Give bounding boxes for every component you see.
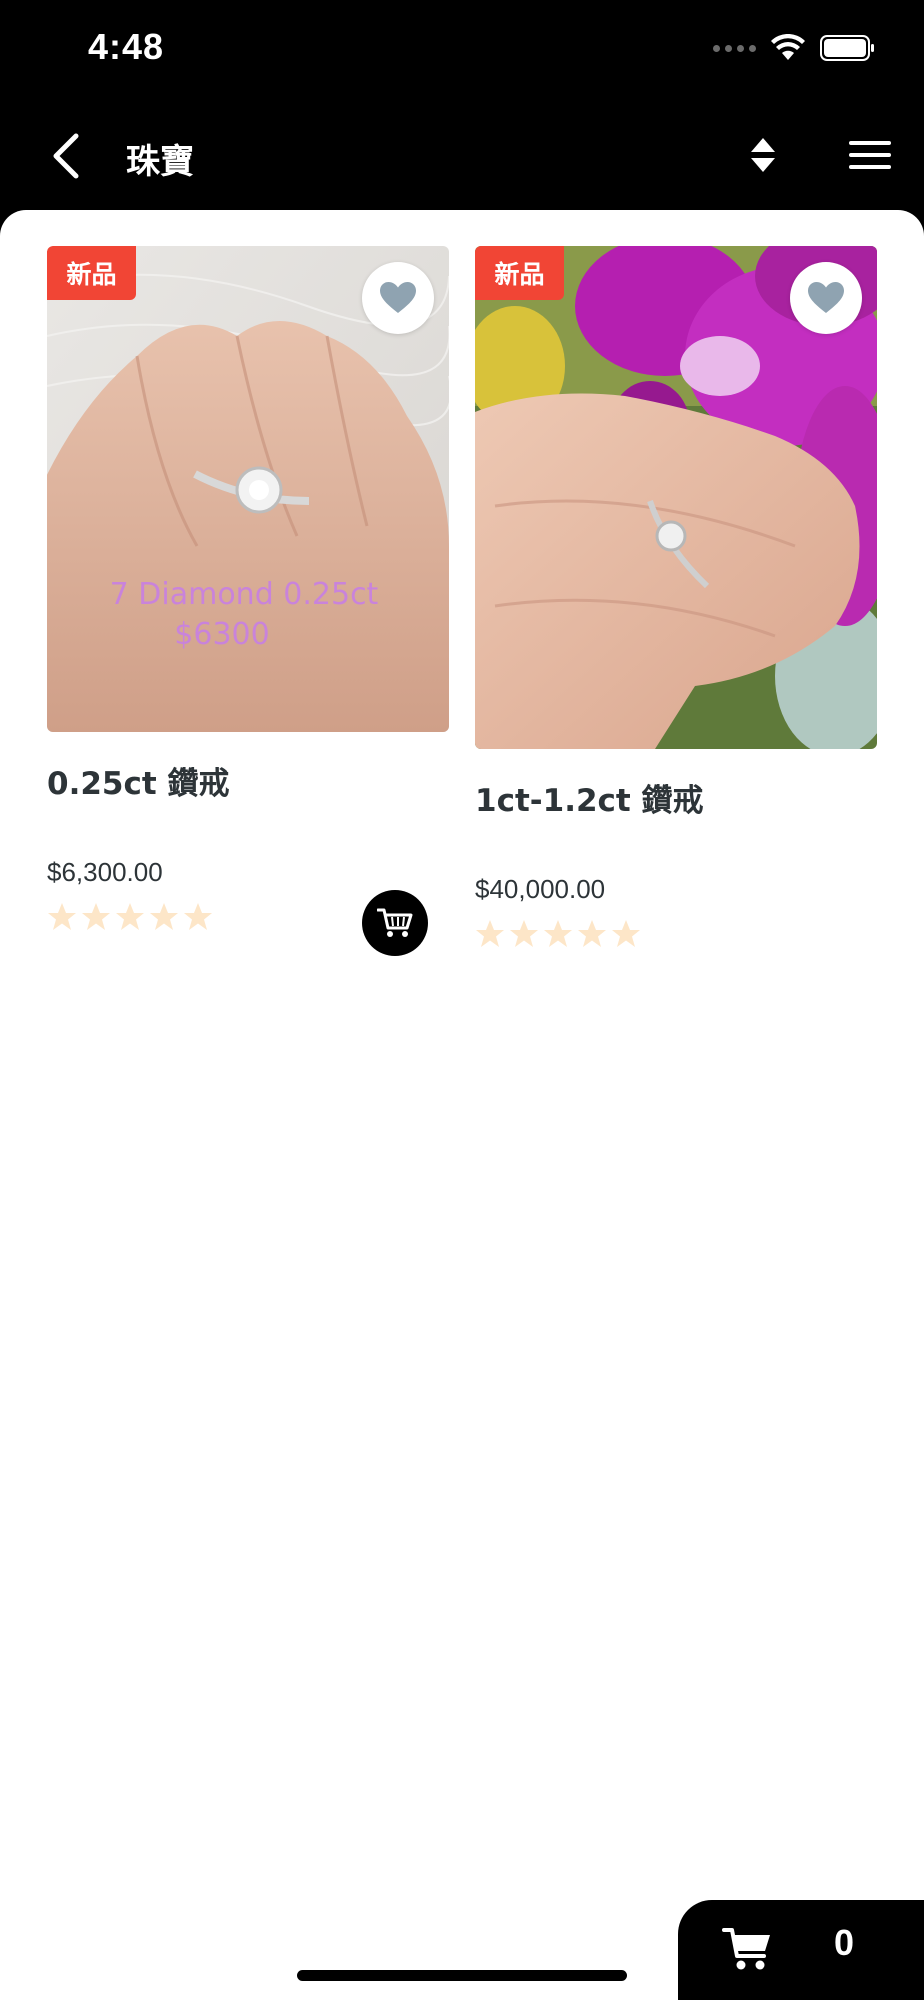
floating-cart-button[interactable]: 0 bbox=[678, 1900, 924, 2000]
product-price: $6,300.00 bbox=[47, 857, 163, 887]
back-button[interactable] bbox=[40, 128, 90, 184]
star-icon bbox=[82, 903, 110, 930]
star-icon bbox=[544, 920, 572, 947]
status-bar: 4:48 bbox=[0, 0, 924, 100]
new-badge: 新品 bbox=[475, 246, 564, 300]
heart-icon bbox=[808, 282, 844, 313]
favorite-button[interactable] bbox=[790, 262, 862, 334]
star-icon bbox=[612, 920, 640, 947]
home-indicator bbox=[297, 1970, 627, 1981]
star-icon bbox=[116, 903, 144, 930]
star-icon bbox=[150, 903, 178, 930]
menu-button[interactable] bbox=[846, 130, 894, 180]
product-name[interactable]: 0.25ct 鑽戒 bbox=[47, 758, 449, 803]
wifi-icon bbox=[771, 34, 805, 60]
image-overlay-price: $6300 bbox=[174, 617, 269, 652]
new-badge: 新品 bbox=[47, 246, 136, 300]
heart-icon bbox=[380, 282, 416, 313]
product-card[interactable]: 新品 1ct-1.2ct 鑽戒 $40,000.00 bbox=[475, 246, 877, 949]
status-time: 4:48 bbox=[88, 26, 165, 67]
status-icons bbox=[713, 34, 876, 62]
cart-icon bbox=[377, 908, 413, 937]
image-overlay-text: 7 Diamond 0.25ct bbox=[110, 577, 379, 612]
cart-icon bbox=[722, 1928, 770, 1970]
product-name[interactable]: 1ct-1.2ct 鑽戒 bbox=[475, 775, 877, 820]
add-to-cart-button[interactable] bbox=[362, 890, 428, 956]
star-icon bbox=[184, 903, 212, 930]
star-icon bbox=[578, 920, 606, 947]
star-icon bbox=[510, 920, 538, 947]
favorite-button[interactable] bbox=[362, 262, 434, 334]
product-price: $40,000.00 bbox=[475, 874, 606, 904]
sort-button[interactable] bbox=[740, 130, 786, 180]
star-rating bbox=[475, 919, 877, 949]
battery-icon bbox=[820, 35, 874, 61]
nav-bar: 珠寶 bbox=[0, 100, 924, 210]
product-list: 7 Diamond 0.25ct $6300 新品 0.25ct 鑽戒 $6,3… bbox=[0, 210, 924, 2000]
cart-count: 0 bbox=[834, 1922, 855, 1963]
chevron-left-icon bbox=[53, 133, 79, 179]
product-image[interactable]: 新品 bbox=[475, 246, 877, 749]
cellular-signal-icon bbox=[713, 44, 756, 52]
star-icon bbox=[476, 920, 504, 947]
page-title: 珠寶 bbox=[126, 142, 194, 182]
product-image[interactable]: 7 Diamond 0.25ct $6300 新品 bbox=[47, 246, 449, 732]
sort-icon bbox=[751, 138, 775, 172]
hamburger-menu-icon bbox=[849, 141, 891, 169]
star-icon bbox=[48, 903, 76, 930]
product-card[interactable]: 7 Diamond 0.25ct $6300 新品 0.25ct 鑽戒 $6,3… bbox=[47, 246, 449, 932]
